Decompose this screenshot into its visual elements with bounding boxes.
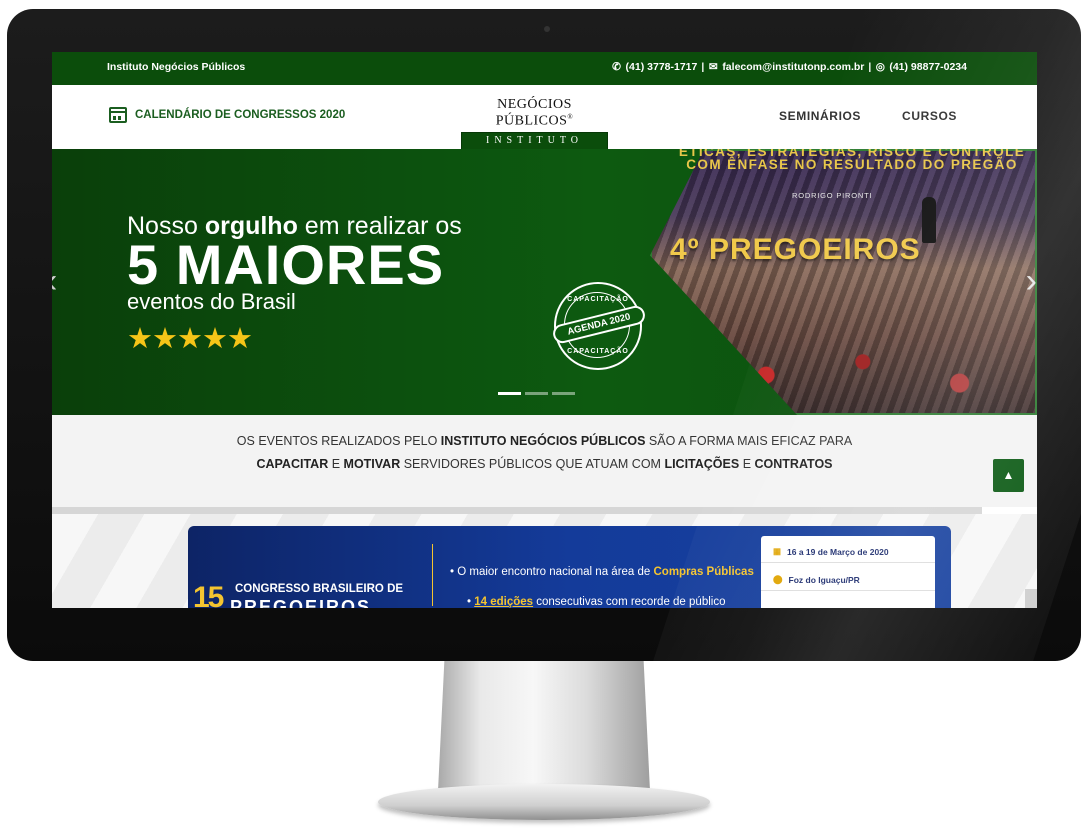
- nav-item-seminarios[interactable]: SEMINÁRIOS: [779, 109, 861, 123]
- phone-number[interactable]: (41) 3778-1717: [626, 61, 698, 73]
- event-banner[interactable]: 15 CONGRESSO BRASILEIRO DE PREGOEIROS • …: [188, 526, 951, 608]
- email-link[interactable]: falecom@institutonp.com.br: [722, 61, 864, 73]
- calendar-link-label: CALENDÁRIO DE CONGRESSOS 2020: [135, 109, 346, 121]
- whatsapp-number[interactable]: (41) 98877-0234: [889, 61, 967, 73]
- nav-menu: SEMINÁRIOS CURSOS: [779, 109, 957, 123]
- logo-top-text: NEGÓCIOS PÚBLICOS®: [495, 97, 574, 129]
- event-title-line1: CONGRESSO BRASILEIRO DE: [235, 583, 404, 595]
- event-bullet-2: • 14 edições consecutivas com recorde de…: [467, 596, 726, 608]
- site-brand-text[interactable]: Instituto Negócios Públicos: [107, 61, 245, 73]
- badge-bottom-text: CAPACITAÇÃO: [567, 348, 629, 355]
- separator: |: [868, 61, 872, 73]
- info-separator: [761, 590, 935, 591]
- separator: |: [701, 61, 705, 73]
- photo-frame: [650, 149, 1037, 415]
- photo-speaker-name: RODRIGO PIRONTI: [792, 191, 873, 200]
- event-edition-number: 15: [193, 581, 224, 608]
- whatsapp-icon: ◎: [875, 61, 885, 73]
- tagline-section: OS EVENTOS REALIZADOS PELO INSTITUTO NEG…: [52, 415, 1037, 507]
- star-rating: ★★★★★: [127, 323, 253, 355]
- hero-text: Nosso orgulho em realizar os 5 MAIORES e…: [127, 212, 462, 356]
- chevron-right-icon[interactable]: ›: [1026, 262, 1037, 301]
- info-separator: [761, 562, 935, 563]
- hero-slider: ÉTICAS, ESTRATÉGIAS, RISCO E CONTROLE CO…: [52, 149, 1037, 415]
- calendar-link[interactable]: CALENDÁRIO DE CONGRESSOS 2020: [109, 107, 345, 123]
- top-contact-bar: Instituto Negócios Públicos ✆ (41) 3778-…: [52, 52, 1037, 85]
- calendar-icon: ▦: [773, 546, 782, 556]
- webcam: [544, 26, 550, 32]
- chevron-up-icon: ▲: [1002, 468, 1015, 482]
- event-bullet-1: • O maior encontro nacional na área de C…: [450, 566, 754, 578]
- nav-item-cursos[interactable]: CURSOS: [902, 109, 957, 123]
- browser-screen: Instituto Negócios Públicos ✆ (41) 3778-…: [52, 52, 1037, 608]
- chevron-left-icon[interactable]: ‹: [52, 262, 57, 301]
- photo-heading: ÉTICAS, ESTRATÉGIAS, RISCO E CONTROLE CO…: [678, 149, 1026, 172]
- calendar-icon: [109, 107, 127, 123]
- slide-indicator-1[interactable]: [498, 392, 521, 395]
- monitor-stand-base: [378, 784, 710, 820]
- event-date-row: ▦ 16 a 19 de Março de 2020: [773, 546, 889, 557]
- event-divider: [432, 544, 433, 606]
- agenda-badge: CAPACITAÇÃO AGENDA 2020 CAPACITAÇÃO: [551, 282, 647, 370]
- hero-headline: 5 MAIORES: [127, 233, 445, 296]
- photo-event-name: 4º PREGOEIROS: [670, 233, 921, 266]
- slider-indicators: [498, 392, 575, 395]
- tagline-line1: OS EVENTOS REALIZADOS PELO INSTITUTO NEG…: [236, 434, 853, 448]
- section-divider: [52, 507, 982, 514]
- envelope-icon: ✉: [708, 61, 718, 73]
- event-date: 16 a 19 de Março de 2020: [787, 546, 889, 557]
- phone-icon: ✆: [612, 61, 621, 73]
- monitor-stand-neck: [438, 661, 650, 791]
- scroll-to-top-button[interactable]: ▲: [993, 459, 1024, 492]
- monitor-bezel: Instituto Negócios Públicos ✆ (41) 3778-…: [7, 9, 1081, 661]
- speaker-figure: [922, 197, 936, 243]
- main-navbar: CALENDÁRIO DE CONGRESSOS 2020 NEGÓCIOS P…: [52, 85, 1037, 150]
- event-location: Foz do Iguaçu/PR: [788, 574, 860, 585]
- site-logo[interactable]: NEGÓCIOS PÚBLICOS® INSTITUTO: [461, 97, 608, 150]
- slide-indicator-3[interactable]: [552, 392, 575, 395]
- logo-bottom-text: INSTITUTO: [461, 131, 608, 150]
- contact-info: ✆ (41) 3778-1717 | ✉ falecom@institutonp…: [612, 61, 967, 73]
- event-info-box: ▦ 16 a 19 de Março de 2020 ⬤ Foz do Igua…: [761, 536, 935, 608]
- slide-indicator-2[interactable]: [525, 392, 548, 395]
- map-pin-icon: ⬤: [773, 574, 783, 584]
- badge-top-text: CAPACITAÇÃO: [567, 296, 629, 303]
- scrollbar-thumb[interactable]: [1025, 589, 1037, 608]
- tagline-line2: CAPACITAR E MOTIVAR SERVIDORES PÚBLICOS …: [256, 457, 833, 471]
- event-title-line2: PREGOEIROS: [230, 597, 372, 608]
- event-location-row: ⬤ Foz do Iguaçu/PR: [773, 574, 860, 585]
